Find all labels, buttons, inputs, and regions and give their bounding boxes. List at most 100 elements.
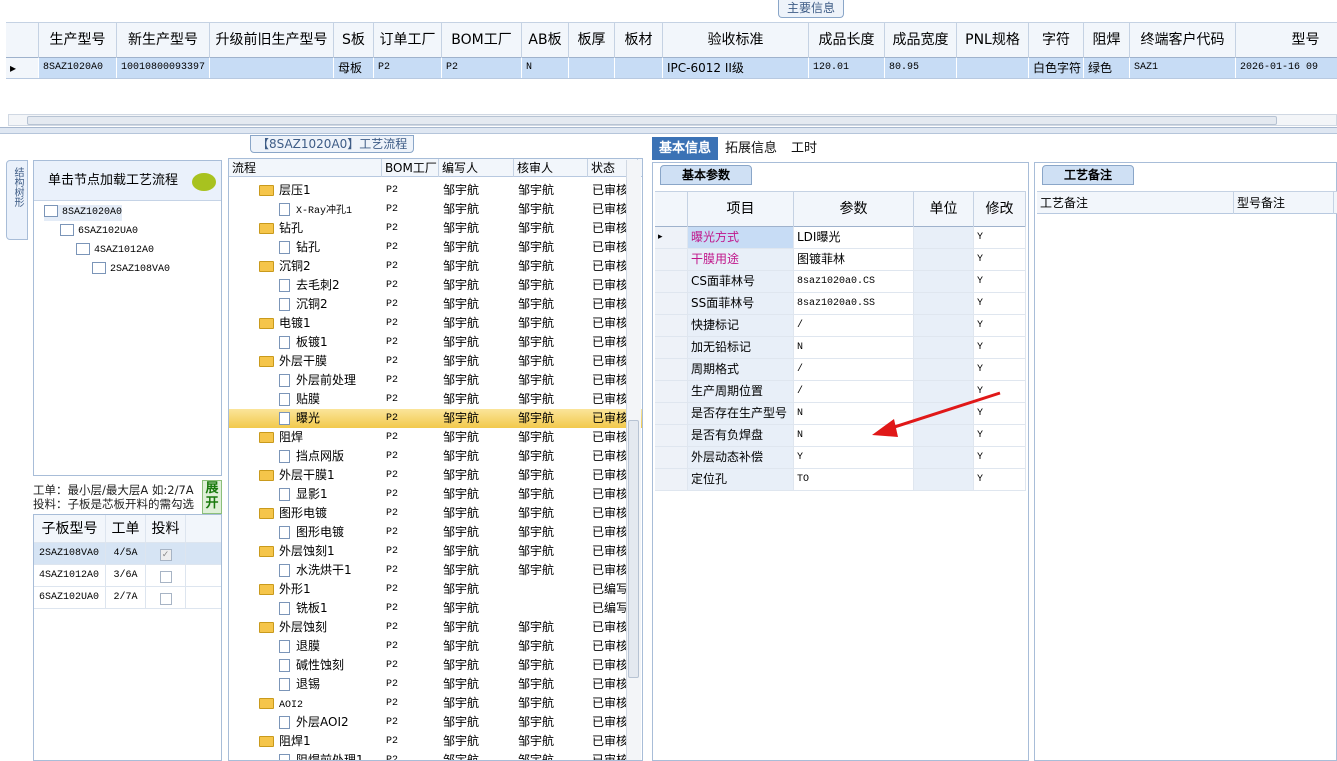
flow-row[interactable]: AOI2 P2 邹宇航 邹宇航 已审核 xyxy=(229,694,642,713)
flow-step[interactable]: 贴膜 xyxy=(229,390,382,409)
column-header[interactable]: 修改 xyxy=(974,192,1026,227)
column-header[interactable]: 核审人 xyxy=(514,159,588,177)
horizontal-scroll-thumb[interactable] xyxy=(27,116,1277,125)
column-header[interactable]: 型号 xyxy=(1236,23,1337,58)
flow-row[interactable]: 图形电镀 P2 邹宇航 邹宇航 已审核 xyxy=(229,523,642,542)
flow-step[interactable]: 阻焊 xyxy=(229,428,382,447)
flow-step[interactable]: 外层蚀刻 xyxy=(229,618,382,637)
column-header[interactable]: 字符 xyxy=(1029,23,1084,58)
param-row[interactable]: CS面菲林号 8saz1020a0.CS Y xyxy=(655,271,1026,293)
feed-checkbox-cell[interactable] xyxy=(146,565,186,586)
structure-tree-tab[interactable]: 结构树形 xyxy=(6,160,28,240)
flow-row[interactable]: 电镀1 P2 邹宇航 邹宇航 已审核 xyxy=(229,314,642,333)
flow-step[interactable]: 钻孔 xyxy=(229,219,382,238)
column-header[interactable]: 成品长度 xyxy=(809,23,885,58)
flow-row[interactable]: 钻孔 P2 邹宇航 邹宇航 已审核 xyxy=(229,238,642,257)
param-value[interactable]: LDI曝光 xyxy=(794,227,914,248)
flow-row[interactable]: 外层前处理 P2 邹宇航 邹宇航 已审核 xyxy=(229,371,642,390)
param-unit[interactable] xyxy=(914,293,974,314)
flow-row[interactable]: X-Ray冲孔1 P2 邹宇航 邹宇航 已审核 xyxy=(229,200,642,219)
param-value[interactable]: / xyxy=(794,315,914,336)
flow-step[interactable]: 层压1 xyxy=(229,181,382,200)
flow-row[interactable]: 外形1 P2 邹宇航 已编写 xyxy=(229,580,642,599)
column-header[interactable]: AB板 xyxy=(522,23,569,58)
tree-node[interactable]: 4SAZ1012A0 xyxy=(76,243,154,259)
param-row[interactable]: 外层动态补偿 Y Y xyxy=(655,447,1026,469)
work-order[interactable]: 2/7A xyxy=(106,587,146,608)
param-modify[interactable]: Y xyxy=(974,447,1026,468)
column-header[interactable]: 型号备注 xyxy=(1234,192,1334,214)
feed-checkbox[interactable] xyxy=(159,592,172,605)
flow-row[interactable]: 沉铜2 P2 邹宇航 邹宇航 已审核 xyxy=(229,295,642,314)
param-unit[interactable] xyxy=(914,271,974,292)
column-header[interactable]: 板材 xyxy=(615,23,663,58)
flow-step[interactable]: 退锡 xyxy=(229,675,382,694)
flow-step[interactable]: 沉铜2 xyxy=(229,295,382,314)
flow-step[interactable]: 图形电镀 xyxy=(229,504,382,523)
flow-row[interactable]: 阻焊前处理1 P2 邹宇航 邹宇航 已审核 xyxy=(229,751,642,760)
flow-step[interactable]: 铣板1 xyxy=(229,599,382,618)
column-header[interactable]: 终端客户代码 xyxy=(1130,23,1236,58)
flow-row[interactable]: 退膜 P2 邹宇航 邹宇航 已审核 xyxy=(229,637,642,656)
param-modify[interactable]: Y xyxy=(974,315,1026,336)
column-header[interactable]: 成品宽度 xyxy=(885,23,957,58)
flow-step[interactable]: 图形电镀 xyxy=(229,523,382,542)
cell[interactable]: 2026-01-16 09 xyxy=(1236,58,1337,78)
flow-step[interactable]: 外层AOI2 xyxy=(229,713,382,732)
feed-checkbox-cell[interactable] xyxy=(146,587,186,608)
vertical-scroll-thumb[interactable] xyxy=(628,420,639,678)
cell[interactable]: P2 xyxy=(374,58,442,78)
flow-row[interactable]: 外层蚀刻 P2 邹宇航 邹宇航 已审核 xyxy=(229,618,642,637)
param-value[interactable]: Y xyxy=(794,447,914,468)
flow-step[interactable]: 外层前处理 xyxy=(229,371,382,390)
work-order[interactable]: 4/5A xyxy=(106,543,146,564)
column-header[interactable]: 板厚 xyxy=(569,23,615,58)
column-header[interactable]: 生产型号 xyxy=(39,23,117,58)
flow-row[interactable]: 退锡 P2 邹宇航 邹宇航 已审核 xyxy=(229,675,642,694)
horizontal-scrollbar[interactable] xyxy=(8,114,1337,126)
cell[interactable]: IPC-6012 II级 xyxy=(663,58,809,78)
cell[interactable]: 白色字符 xyxy=(1029,58,1084,78)
flow-row[interactable]: 阻焊 P2 邹宇航 邹宇航 已审核 xyxy=(229,428,642,447)
column-header[interactable]: PNL规格 xyxy=(957,23,1029,58)
param-value[interactable]: 8saz1020a0.SS xyxy=(794,293,914,314)
flow-row[interactable]: 层压1 P2 邹宇航 邹宇航 已审核 xyxy=(229,181,642,200)
param-row[interactable]: 干膜用途 图镀菲林 Y xyxy=(655,249,1026,271)
cell[interactable]: P2 xyxy=(442,58,522,78)
param-row[interactable]: 周期格式 / Y xyxy=(655,359,1026,381)
work-order[interactable]: 3/6A xyxy=(106,565,146,586)
param-value[interactable]: TO xyxy=(794,469,914,490)
param-unit[interactable] xyxy=(914,447,974,468)
flow-row[interactable]: 沉铜2 P2 邹宇航 邹宇航 已审核 xyxy=(229,257,642,276)
flow-step[interactable]: 钻孔 xyxy=(229,238,382,257)
flow-step[interactable]: 外层干膜 xyxy=(229,352,382,371)
cell[interactable]: SAZ1 xyxy=(1130,58,1236,78)
flow-step[interactable]: 外形1 xyxy=(229,580,382,599)
tree-node[interactable]: 6SAZ102UA0 xyxy=(60,224,138,240)
param-modify[interactable]: Y xyxy=(974,227,1026,248)
param-row[interactable]: 快捷标记 / Y xyxy=(655,315,1026,337)
column-header[interactable]: BOM工厂 xyxy=(382,159,439,177)
sub-board-model[interactable]: 4SAZ1012A0 xyxy=(34,565,106,586)
column-header[interactable]: BOM工厂 xyxy=(442,23,522,58)
flow-step[interactable]: X-Ray冲孔1 xyxy=(229,200,382,219)
flow-row[interactable]: 显影1 P2 邹宇航 邹宇航 已审核 xyxy=(229,485,642,504)
tab-work-hours[interactable]: 工时 xyxy=(784,137,824,160)
flow-step[interactable]: 挡点网版 xyxy=(229,447,382,466)
param-row[interactable]: 加无铅标记 N Y xyxy=(655,337,1026,359)
column-header[interactable]: 升级前旧生产型号 xyxy=(210,23,334,58)
cell[interactable]: N xyxy=(522,58,569,78)
cell[interactable]: 10010800093397 xyxy=(117,58,210,78)
tree-node[interactable]: 8SAZ1020A0 xyxy=(44,205,123,221)
tab-craft-notes[interactable]: 工艺备注 xyxy=(1042,165,1134,185)
cell[interactable] xyxy=(957,58,1029,78)
param-row[interactable]: SS面菲林号 8saz1020a0.SS Y xyxy=(655,293,1026,315)
flow-row[interactable]: 外层蚀刻1 P2 邹宇航 邹宇航 已审核 xyxy=(229,542,642,561)
flow-row[interactable]: 贴膜 P2 邹宇航 邹宇航 已审核 xyxy=(229,390,642,409)
flow-row[interactable]: 图形电镀 P2 邹宇航 邹宇航 已审核 xyxy=(229,504,642,523)
flow-row[interactable]: 外层干膜1 P2 邹宇航 邹宇航 已审核 xyxy=(229,466,642,485)
flow-row[interactable]: 外层干膜 P2 邹宇航 邹宇航 已审核 xyxy=(229,352,642,371)
flow-step[interactable]: 板镀1 xyxy=(229,333,382,352)
param-modify[interactable]: Y xyxy=(974,293,1026,314)
param-unit[interactable] xyxy=(914,469,974,490)
